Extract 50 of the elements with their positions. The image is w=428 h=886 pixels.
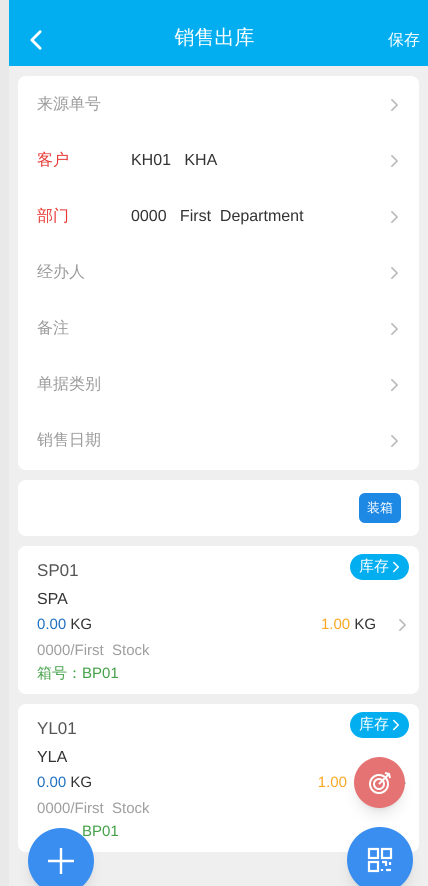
- chevron-icon: [390, 210, 399, 224]
- form-row[interactable]: 经办人: [18, 245, 419, 301]
- quantity-text: 0.00 KG: [37, 773, 92, 793]
- planned-quantity-text: 1.00 KG: [320, 615, 376, 635]
- qr-code-icon: [367, 847, 393, 873]
- page-title: 销售出库: [174, 26, 256, 51]
- product-card[interactable]: SP01 库存 SPA 0.00 KG 1.00 KG 0000/First Stock 箱号：BP01: [18, 546, 419, 694]
- warehouse-text: 0000/First Stock: [37, 798, 150, 818]
- form-row[interactable]: 部门 0000 First Department: [18, 189, 419, 245]
- field-label: 单据类别: [37, 374, 102, 395]
- form-row[interactable]: 单据类别: [18, 357, 419, 413]
- form-row[interactable]: 备注: [18, 301, 419, 357]
- field-label: 客户: [37, 150, 70, 171]
- chevron-icon: [390, 98, 399, 112]
- product-name: YLA: [37, 748, 68, 768]
- product-code: SP01: [37, 560, 79, 582]
- product-card[interactable]: YL01 库存 YLA 0.00 KG 1.00 0000/First Stock BP01: [18, 704, 419, 852]
- product-code: YL01: [37, 718, 77, 740]
- field-value: KH01 KHA: [131, 152, 218, 169]
- chevron-icon: [390, 322, 399, 336]
- form-row[interactable]: 客户 KH01 KHA: [18, 133, 419, 189]
- chevron-icon: [398, 618, 407, 632]
- box-number-label: 箱号：: [37, 664, 82, 684]
- quantity-text: 0.00 KG: [37, 615, 92, 635]
- field-label: 销售日期: [37, 431, 102, 451]
- stock-button[interactable]: 库存: [350, 554, 409, 580]
- product-name: SPA: [37, 590, 68, 610]
- field-label: 部门: [37, 206, 70, 227]
- form-row[interactable]: 来源单号: [18, 77, 419, 133]
- box-number-text: BP01: [82, 664, 119, 684]
- planned-quantity-text: 1.00: [318, 773, 347, 793]
- chevron-icon: [390, 154, 399, 168]
- target-icon: [366, 770, 392, 796]
- field-value: 0000 First Department: [131, 208, 304, 225]
- back-icon: [29, 29, 43, 51]
- chevron-icon: [390, 378, 399, 392]
- chevron-icon: [392, 561, 400, 573]
- chevron-icon: [390, 266, 399, 280]
- field-label: 备注: [37, 318, 70, 339]
- field-label: 经办人: [37, 262, 86, 283]
- stock-button[interactable]: 库存: [350, 712, 409, 738]
- chevron-icon: [390, 434, 399, 448]
- save-button[interactable]: 保存: [388, 29, 420, 53]
- warehouse-text: 0000/First Stock: [37, 640, 150, 660]
- plus-icon: [47, 847, 75, 875]
- box-number-text: BP01: [82, 822, 119, 842]
- packing-button[interactable]: 装箱: [359, 493, 401, 523]
- field-label: 来源单号: [37, 94, 102, 115]
- chevron-icon: [392, 719, 400, 731]
- form-row[interactable]: 销售日期: [18, 413, 419, 469]
